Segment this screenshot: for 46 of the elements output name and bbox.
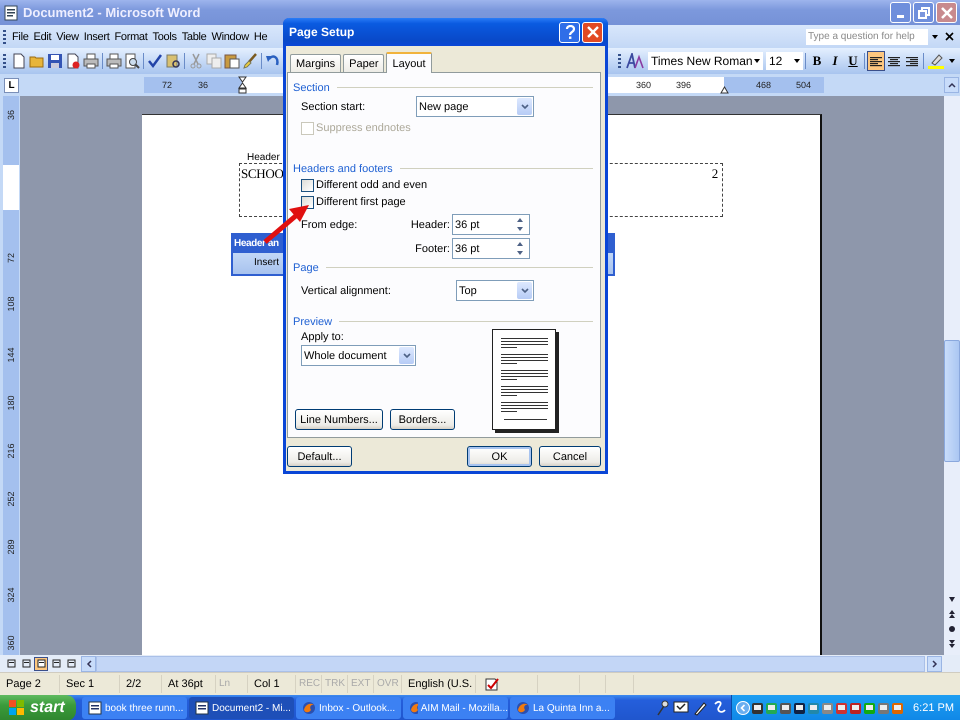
status-field: Sec 1 <box>62 675 120 693</box>
checkbox-label: Different first page <box>316 196 406 208</box>
status-field: OVR <box>376 675 402 693</box>
field-label: Vertical alignment: <box>301 284 392 296</box>
ruler-number: 180 <box>5 395 17 411</box>
status-field: English (U.S. <box>404 675 476 693</box>
ruler-number: 108 <box>5 296 17 312</box>
header-text: SCHOO <box>241 166 284 182</box>
ruler-number: 504 <box>796 79 812 91</box>
dialog-title: Page Setup <box>289 25 356 39</box>
ruler-number: 360 <box>5 635 17 651</box>
status-field: Col 1 <box>250 675 296 693</box>
ruler-number: 396 <box>676 79 692 91</box>
ruler-number: 360 <box>636 79 652 91</box>
status-field: TRK <box>324 675 348 693</box>
ruler-number: 72 <box>162 79 172 91</box>
ruler-number: 252 <box>5 491 17 507</box>
ruler-number: 216 <box>5 443 17 459</box>
field-label: Footer: <box>414 242 451 254</box>
ruler-number: 72 <box>5 252 17 266</box>
header-label: Header <box>247 152 280 163</box>
ruler-number: 324 <box>5 587 17 603</box>
group-heading: Preview <box>293 316 332 328</box>
page-number: 2 <box>712 166 718 182</box>
ruler-number: 36 <box>198 79 208 91</box>
status-field: EXT <box>350 675 374 693</box>
ruler-number: 36 <box>5 109 17 122</box>
field-label: Header: <box>410 218 451 230</box>
status-field: Ln <box>218 675 248 693</box>
group-heading: Section <box>293 82 330 94</box>
ruler-number: 468 <box>756 79 772 91</box>
checkbox-label: Suppress endnotes <box>316 122 411 134</box>
status-field: Page 2 <box>2 675 60 693</box>
field-label: Apply to: <box>301 331 345 343</box>
clock: 6:21 PM <box>913 702 954 714</box>
field-label: From edge: <box>301 218 358 230</box>
status-field: At 36pt <box>164 675 216 693</box>
ruler-number: 144 <box>5 347 17 363</box>
field-label: Section start: <box>301 100 366 112</box>
status-field: 2/2 <box>122 675 162 693</box>
ruler-number: 289 <box>5 539 17 555</box>
status-field: REC <box>298 675 322 693</box>
group-heading: Page <box>293 262 319 274</box>
window-title: Document2 - Microsoft Word <box>23 5 200 20</box>
checkbox-label: Different odd and even <box>316 179 428 191</box>
group-heading: Headers and footers <box>293 162 393 174</box>
